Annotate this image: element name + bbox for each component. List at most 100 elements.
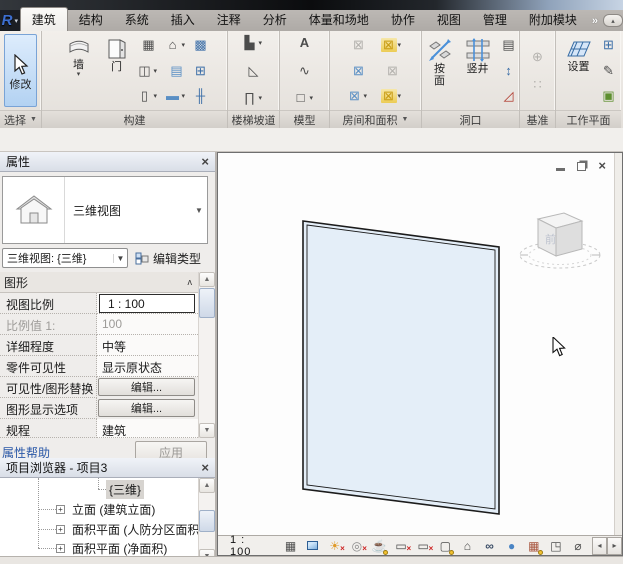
curtain-system-button[interactable]: ▩	[193, 35, 209, 55]
modify-button[interactable]: 修改	[4, 34, 37, 107]
vertical-opening-button[interactable]: ↕	[501, 61, 517, 81]
dormer-opening-button[interactable]: ◿	[501, 86, 517, 106]
component-button[interactable]: ◫▾	[137, 61, 161, 81]
temporary-hide-isolate-icon[interactable]: ∞	[481, 538, 497, 554]
crop-view-icon[interactable]: ▭×	[393, 538, 409, 554]
tab-view[interactable]: 视图	[426, 8, 472, 31]
model-text-button[interactable]: A	[297, 33, 313, 53]
panel-label-datum[interactable]: 基准	[520, 110, 555, 128]
detail-level-icon[interactable]: ▦	[283, 538, 299, 554]
chevron-down-icon[interactable]: ▼	[191, 177, 207, 243]
panel-label-select[interactable]: 选择▼	[0, 110, 41, 128]
panel-label-openings[interactable]: 洞口	[422, 110, 519, 128]
ceiling-button[interactable]: ▤	[165, 61, 189, 81]
panel-label-build[interactable]: 构建	[42, 110, 227, 128]
scrollbar-thumb[interactable]	[199, 510, 215, 532]
tab-addins[interactable]: 附加模块	[518, 8, 588, 31]
roof-button[interactable]: ⌂▾	[165, 35, 189, 55]
group-header-graphics[interactable]: 图形 ʌ	[0, 272, 198, 293]
tree-item-area-plans-civil[interactable]: + 面积平面 (人防分区面积)	[56, 520, 206, 538]
panel-label-workplane[interactable]: 工作平面	[556, 110, 621, 128]
grid-button[interactable]: ∷	[530, 75, 546, 95]
tab-collaborate[interactable]: 协作	[380, 8, 426, 31]
instance-selector[interactable]: 三维视图: {三维} ▼	[2, 248, 128, 268]
door-button[interactable]: 门	[101, 33, 133, 108]
set-workplane-button[interactable]: 设置	[561, 33, 597, 108]
opening-by-face-button[interactable]: 按面	[425, 33, 455, 108]
tree-scrollbar[interactable]: ▲ ▼	[198, 478, 215, 564]
tab-annotate[interactable]: 注释	[206, 8, 252, 31]
shadows-icon[interactable]: ◎×	[349, 538, 365, 554]
visibility-graphics-edit-button[interactable]: 编辑...	[98, 378, 195, 396]
scrollbar-thumb[interactable]	[199, 288, 215, 318]
scroll-up-icon[interactable]: ▲	[199, 478, 215, 493]
property-grid-scrollbar[interactable]: ▲ ▼	[198, 272, 215, 438]
sun-path-icon[interactable]: ☀×	[327, 538, 343, 554]
room-tag-button[interactable]: ⊠	[347, 61, 371, 81]
area-tag-button[interactable]: ⊠	[381, 61, 405, 81]
tab-structure[interactable]: 结构	[68, 8, 114, 31]
wall-button[interactable]: 墙 ▾	[61, 33, 97, 108]
floor-button[interactable]: ▬▾	[165, 86, 189, 106]
expand-icon[interactable]: +	[56, 505, 65, 514]
tree-item-area-plans-net[interactable]: + 面积平面 (净面积)	[56, 539, 170, 557]
displaced-elements-icon[interactable]: ◳	[548, 538, 564, 554]
rendering-dialog-icon[interactable]: ☕	[371, 538, 387, 554]
worksharing-display-icon[interactable]: ▦	[526, 538, 542, 554]
tab-manage[interactable]: 管理	[472, 8, 518, 31]
view-scale-button[interactable]: 1 : 100	[230, 534, 269, 558]
tab-insert[interactable]: 插入	[160, 8, 206, 31]
reveal-constraints-icon[interactable]: ⌀	[570, 538, 586, 554]
wall-opening-button[interactable]: ▤	[501, 35, 517, 55]
panel-label-rooms[interactable]: 房间和面积▼	[330, 110, 421, 128]
graphic-display-edit-button[interactable]: 编辑...	[98, 399, 195, 417]
expand-icon[interactable]: +	[56, 525, 65, 534]
close-icon[interactable]: ×	[201, 461, 209, 474]
vertical-scrollbar[interactable]	[614, 153, 622, 535]
model-line-button[interactable]: ∿	[297, 61, 313, 81]
expand-icon[interactable]: +	[56, 544, 65, 553]
application-menu-button[interactable]: R ▾	[0, 10, 20, 31]
temporary-view-properties-icon[interactable]: ▢	[437, 538, 453, 554]
panel-label-model[interactable]: 模型	[280, 110, 329, 128]
tab-analyze[interactable]: 分析	[252, 8, 298, 31]
tree-item-elevations[interactable]: + 立面 (建筑立面)	[56, 500, 158, 518]
tab-systems[interactable]: 系统	[114, 8, 160, 31]
reveal-hidden-elements-icon[interactable]: ●	[504, 538, 520, 554]
parts-visibility-value[interactable]: 显示原状态	[97, 356, 198, 377]
locked-3d-view-icon[interactable]: ⌂	[459, 538, 475, 554]
tree-item-3d-view[interactable]: {三维}	[106, 480, 144, 498]
model-group-button[interactable]: □▾	[293, 88, 317, 108]
column-button[interactable]: ▯▾	[137, 86, 161, 106]
room-separator-button[interactable]: ⊠▾	[347, 86, 371, 106]
visual-style-icon[interactable]	[305, 538, 321, 554]
room-button[interactable]: ⊠	[347, 35, 371, 55]
minimize-ribbon-button[interactable]: ▴	[603, 14, 623, 27]
view-scale-input[interactable]: 1 : 100	[99, 294, 195, 313]
edit-type-button[interactable]: 编辑类型	[133, 248, 203, 268]
ref-plane-button[interactable]: ✎	[601, 61, 617, 81]
show-workplane-button[interactable]: ⊞	[601, 35, 617, 55]
ramp-button[interactable]: ◺	[246, 61, 262, 81]
workplane-viewer-button[interactable]: ▣	[601, 86, 617, 106]
tab-massing-site[interactable]: 体量和场地	[298, 8, 380, 31]
area-button[interactable]: ⊠▾	[381, 35, 405, 55]
shaft-button[interactable]: 竖井	[459, 33, 497, 108]
window-button[interactable]: ▦	[137, 35, 161, 55]
discipline-value[interactable]: 建筑	[97, 419, 198, 438]
tab-overflow-icon[interactable]: »	[592, 15, 598, 27]
scroll-left-icon[interactable]: ◂	[592, 537, 607, 555]
area-boundary-button[interactable]: ⊠▾	[381, 86, 405, 106]
drawing-area[interactable]: × 前 1 : 100 ▦ ☀× ◎× ☕ ▭× ▭× ▢ ⌂ ∞ ● ▦ ◳ …	[217, 152, 623, 556]
scroll-right-icon[interactable]: ▸	[607, 537, 622, 555]
detail-level-value[interactable]: 中等	[97, 335, 198, 356]
railing-button[interactable]: ∏▾	[242, 88, 266, 108]
panel-label-stairs[interactable]: 楼梯坡道	[228, 110, 279, 128]
stair-button[interactable]: ▙▾	[242, 33, 266, 53]
close-icon[interactable]: ×	[201, 155, 209, 168]
show-crop-region-icon[interactable]: ▭×	[415, 538, 431, 554]
scroll-down-icon[interactable]: ▼	[199, 423, 215, 438]
level-button[interactable]: ⊕	[530, 47, 546, 67]
scroll-up-icon[interactable]: ▲	[199, 272, 215, 287]
curtain-grid-button[interactable]: ⊞	[193, 61, 209, 81]
